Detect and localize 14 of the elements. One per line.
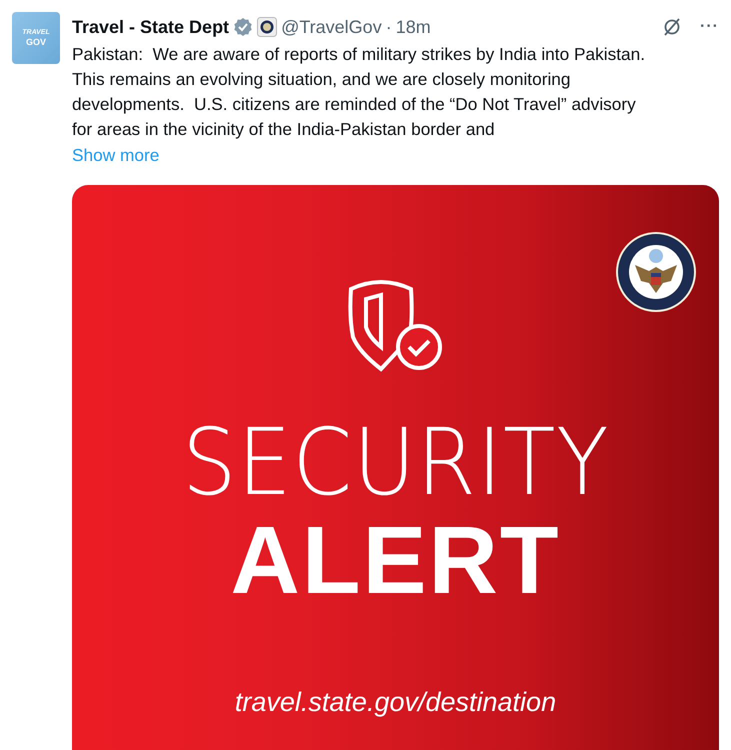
user-handle[interactable]: @TravelGov <box>281 16 382 38</box>
post-text: Pakistan: We are aware of reports of military strikes by India into Pakistan. This remains an evolving situation, and we are closely monitoring developments. U.S. citizens are reminded of the “Do Not Travel” advisory for areas in the vicinity of the India-Pakistan border and <box>72 43 646 141</box>
separator: · <box>386 16 392 38</box>
seal-icon <box>615 231 697 313</box>
avatar-text: GOV <box>26 37 46 47</box>
post-image[interactable]: SECURITY ALERT travel.state.gov/destination <box>72 185 719 750</box>
seal-icon <box>257 17 278 37</box>
grok-icon[interactable] <box>662 17 682 37</box>
more-button[interactable]: ··· <box>700 18 719 36</box>
author-name[interactable]: Travel - State Dept <box>72 16 230 38</box>
headline: ALERT <box>230 511 560 611</box>
url-text: travel.state.gov/destination <box>234 687 556 718</box>
post-time[interactable]: 18m <box>396 16 431 38</box>
headline: SECURITY <box>182 415 610 511</box>
